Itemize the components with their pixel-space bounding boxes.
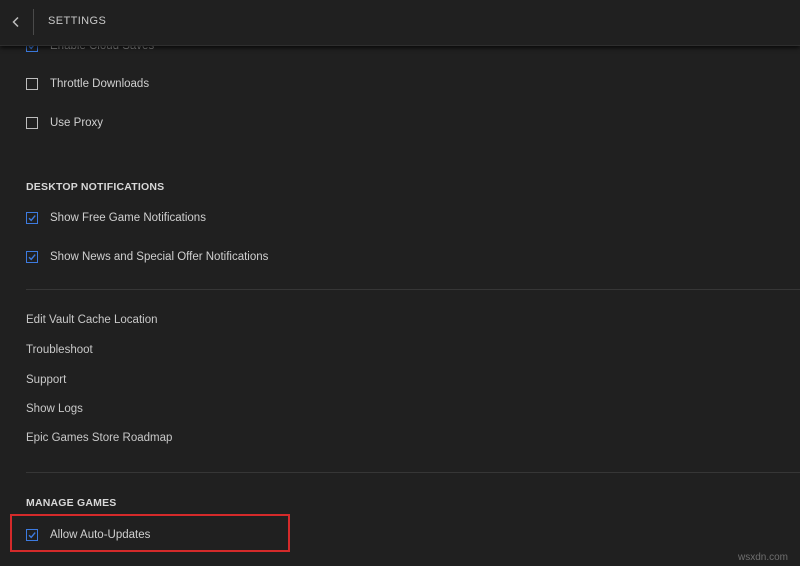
checkbox[interactable] (26, 117, 38, 129)
checkbox[interactable] (26, 212, 38, 224)
link-troubleshoot[interactable]: Troubleshoot (26, 344, 93, 356)
checkbox-row-news-offer-notifications[interactable]: Show News and Special Offer Notification… (26, 249, 268, 265)
link-edit-vault-cache-location[interactable]: Edit Vault Cache Location (26, 314, 157, 326)
checkbox-row-free-game-notifications[interactable]: Show Free Game Notifications (26, 210, 206, 226)
header-divider (33, 9, 34, 35)
watermark: wsxdn.com (737, 552, 788, 563)
checkbox-label: Show News and Special Offer Notification… (50, 251, 269, 263)
link-support[interactable]: Support (26, 374, 66, 386)
section-divider (26, 472, 800, 473)
checkbox[interactable] (26, 251, 38, 263)
checkbox-row-allow-auto-updates[interactable]: Allow Auto-Updates (26, 527, 150, 543)
checkbox-row-use-proxy[interactable]: Use Proxy (26, 115, 103, 131)
page-title: SETTINGS (48, 15, 107, 27)
back-button[interactable] (6, 12, 26, 32)
checkmark-icon (28, 254, 36, 261)
section-heading-manage-games: MANAGE GAMES (26, 497, 117, 509)
checkbox[interactable] (26, 78, 38, 90)
link-epic-games-store-roadmap[interactable]: Epic Games Store Roadmap (26, 432, 172, 444)
checkbox-label: Use Proxy (50, 117, 104, 129)
checkbox-label: Show Free Game Notifications (50, 212, 206, 224)
checkbox-row-throttle-downloads[interactable]: Throttle Downloads (26, 76, 149, 92)
settings-content: Enable Cloud Saves Throttle Downloads Us… (0, 0, 800, 566)
section-divider (26, 289, 800, 290)
checkmark-icon (28, 215, 36, 222)
section-heading-desktop-notifications: DESKTOP NOTIFICATIONS (26, 181, 165, 193)
checkbox-label: Throttle Downloads (50, 78, 150, 90)
chevron-left-icon (12, 16, 19, 28)
checkmark-icon (28, 532, 36, 539)
link-show-logs[interactable]: Show Logs (26, 403, 83, 415)
settings-header: SETTINGS (0, 0, 800, 46)
checkbox[interactable] (26, 529, 38, 541)
checkbox-label: Allow Auto-Updates (50, 529, 151, 541)
